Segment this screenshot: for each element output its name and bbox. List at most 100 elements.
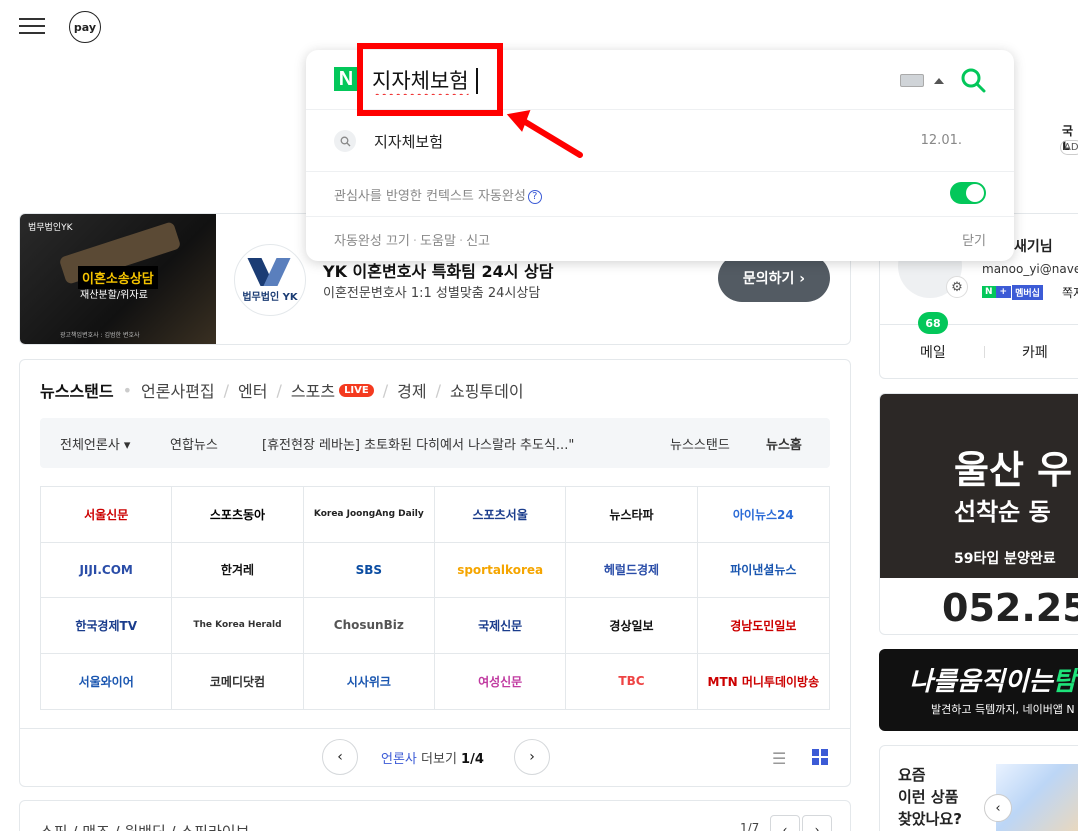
publisher-logo[interactable]: 아이뉴스24: [697, 487, 829, 543]
cafe-link[interactable]: 카페: [1022, 342, 1048, 362]
naver-logo-icon[interactable]: N: [334, 67, 358, 91]
shopping-section: 쇼핑 / 맨즈 / 원밴딩 / 쇼핑라이브 1/7 ‹ ›: [19, 800, 851, 831]
publisher-logo[interactable]: 한겨레: [172, 542, 304, 598]
publisher-logo[interactable]: 코메디닷컴: [172, 653, 304, 709]
naver-app-headline-a: 나를움직이는: [909, 667, 1053, 697]
tab-sports[interactable]: 스포츠: [291, 378, 335, 402]
divider: [306, 216, 1014, 217]
right-ad-banner[interactable]: 울산 우 선착순 동 59타입 분양완료 052.254: [879, 393, 1078, 635]
autocomplete-history-item[interactable]: 지자체보험 12.01.: [306, 110, 1014, 170]
newsstand-link[interactable]: 뉴스스탠드: [670, 434, 730, 453]
footer-dot: ·: [458, 234, 464, 249]
publisher-logo[interactable]: The Korea Herald: [172, 598, 304, 654]
shopping-suggestion-widget[interactable]: 요즘 이런 상품 찾았나요? ‹: [879, 745, 1078, 831]
shopping-tabs[interactable]: 쇼핑 / 맨즈 / 원밴딩 / 쇼핑라이브: [40, 821, 249, 831]
publisher-logo[interactable]: MTN 머니투데이방송: [698, 654, 829, 710]
message-link[interactable]: 쪽지: [1062, 284, 1078, 301]
shopping-prev-button[interactable]: ‹: [770, 815, 800, 831]
newsstand-panel: 뉴스스탠드 • 언론사편집 / 엔터 / 스포츠 LIVE / 경제 / 쇼핑투데이 전체언…: [19, 359, 851, 787]
publisher-logo[interactable]: 국제신문: [434, 598, 567, 654]
live-label: LIVE: [344, 384, 369, 396]
list-view-icon[interactable]: ☰: [772, 749, 786, 768]
publisher-logo[interactable]: Korea JoongAng Daily: [303, 487, 435, 543]
tab-press-edit[interactable]: 언론사편집: [141, 378, 215, 402]
publisher-logo[interactable]: sportalkorea: [434, 542, 567, 598]
history-item-text[interactable]: 지자체보험: [374, 131, 443, 152]
profile-name[interactable]: 새기님: [1014, 236, 1053, 256]
publisher-logo[interactable]: 파이낸셜뉴스: [697, 543, 829, 598]
ad-inquiry-button[interactable]: 문의하기 ›: [718, 254, 830, 302]
divider: [306, 171, 1014, 172]
right-ad-subline: 선착순 동: [954, 498, 1051, 526]
ad-title[interactable]: YK 이혼변호사 특화팀 24시 상담: [323, 258, 553, 282]
profile-divider: [880, 324, 1078, 325]
shopping-line-3: 찾았나요?: [898, 810, 962, 828]
tab-economy[interactable]: 경제: [397, 378, 426, 402]
ad-image[interactable]: 법무법인YK 이혼소송상담 재산분할/위자료 광고책임변호사 : 김범한 변호사: [20, 214, 216, 344]
live-badge[interactable]: LIVE: [339, 383, 374, 397]
naver-app-headline: 나를움직이는탐색: [909, 661, 1078, 698]
publisher-logo[interactable]: 시사위크: [304, 653, 435, 709]
publisher-pager: ‹ 언론사 더보기 1/4 › ☰: [20, 728, 850, 788]
pager-text: 언론사 더보기 1/4: [381, 748, 484, 767]
publisher-logo[interactable]: 경남도민일보: [697, 598, 829, 654]
publisher-logo[interactable]: 경상일보: [566, 598, 698, 654]
pager-more[interactable]: 더보기: [417, 752, 461, 767]
grid-view-icon[interactable]: [812, 749, 828, 765]
publisher-logo[interactable]: 스포츠서울: [434, 487, 567, 543]
tab-separator: •: [122, 380, 133, 400]
chevron-left-icon[interactable]: ‹: [984, 794, 1012, 822]
context-autocomplete-toggle[interactable]: [950, 182, 986, 204]
all-press-dropdown[interactable]: 전체언론사 ▾: [60, 434, 130, 453]
autocomplete-off-link[interactable]: 자동완성 끄기: [334, 234, 410, 249]
right-ad-info: 59타입 분양완료: [954, 551, 1056, 567]
publisher-logo[interactable]: SBS: [303, 542, 435, 598]
publisher-logo[interactable]: 헤럴드경제: [566, 542, 698, 598]
keyboard-icon[interactable]: [900, 74, 924, 87]
publisher-logo[interactable]: JIJI.COM: [41, 542, 173, 598]
pay-label: pay: [73, 20, 97, 34]
ad-image-brand: 법무법인YK: [28, 223, 73, 233]
tab-separator: /: [382, 380, 389, 400]
prev-page-button[interactable]: ‹: [322, 739, 358, 775]
pager-prefix[interactable]: 언론사: [381, 752, 417, 767]
naver-plus-badge[interactable]: N + 멤버십: [982, 284, 1043, 300]
tab-shopping-today[interactable]: 쇼핑투데이: [450, 378, 524, 402]
tab-entertainment[interactable]: 엔터: [238, 378, 267, 402]
profile-email: manoo_yi@naver: [982, 262, 1078, 276]
naver-app-headline-b: 탐색: [1052, 667, 1078, 697]
next-page-button[interactable]: ›: [514, 739, 550, 775]
newsstand-tabs: 뉴스스탠드 • 언론사편집 / 엔터 / 스포츠 LIVE / 경제 / 쇼핑투데이: [40, 378, 524, 402]
gear-icon[interactable]: ⚙: [946, 276, 968, 298]
publisher-logo[interactable]: 스포츠동아: [172, 487, 304, 543]
publisher-logo[interactable]: 여성신문: [435, 653, 567, 709]
publisher-logo[interactable]: TBC: [566, 653, 698, 709]
ad-image-subline: 재산분할/위자료: [80, 290, 148, 301]
help-icon[interactable]: ?: [527, 189, 542, 204]
search-icon[interactable]: [960, 67, 986, 93]
right-partial-ad-badge: AD: [1060, 140, 1078, 155]
search-input[interactable]: [372, 62, 792, 98]
publisher-logo[interactable]: 서울와이어: [41, 653, 173, 709]
tab-newsstand[interactable]: 뉴스스탠드: [40, 378, 114, 402]
shopping-next-button[interactable]: ›: [802, 815, 832, 831]
news-home-link[interactable]: 뉴스홈: [766, 434, 802, 453]
publisher-logo[interactable]: 서울신문: [41, 487, 173, 543]
naver-app-banner[interactable]: 나를움직이는탐색 발견하고 득템까지, 네이버앱 N: [879, 649, 1078, 731]
pay-button[interactable]: pay: [69, 11, 101, 43]
help-link[interactable]: 도움말: [420, 234, 456, 249]
publisher-logo[interactable]: 뉴스타파: [566, 487, 698, 543]
triangle-up-icon[interactable]: [934, 78, 944, 84]
ticker-headline[interactable]: [휴전현장 레바논] 초토화된 다히예서 나스랄라 추도식...": [262, 434, 574, 453]
shopping-line-2: 이런 상품: [898, 788, 959, 806]
publisher-logo[interactable]: 한국경제TV: [41, 598, 173, 654]
product-image[interactable]: [996, 764, 1078, 831]
ticker-source[interactable]: 연합뉴스: [170, 434, 218, 453]
naver-plus-label: 멤버십: [1012, 284, 1043, 300]
hamburger-menu-icon[interactable]: [19, 14, 45, 38]
mail-count-badge: 68: [918, 312, 948, 334]
close-autocomplete-button[interactable]: 닫기: [962, 230, 986, 249]
mail-link[interactable]: 메일: [920, 342, 946, 362]
report-link[interactable]: 신고: [466, 234, 490, 249]
publisher-logo[interactable]: ChosunBiz: [303, 598, 435, 654]
